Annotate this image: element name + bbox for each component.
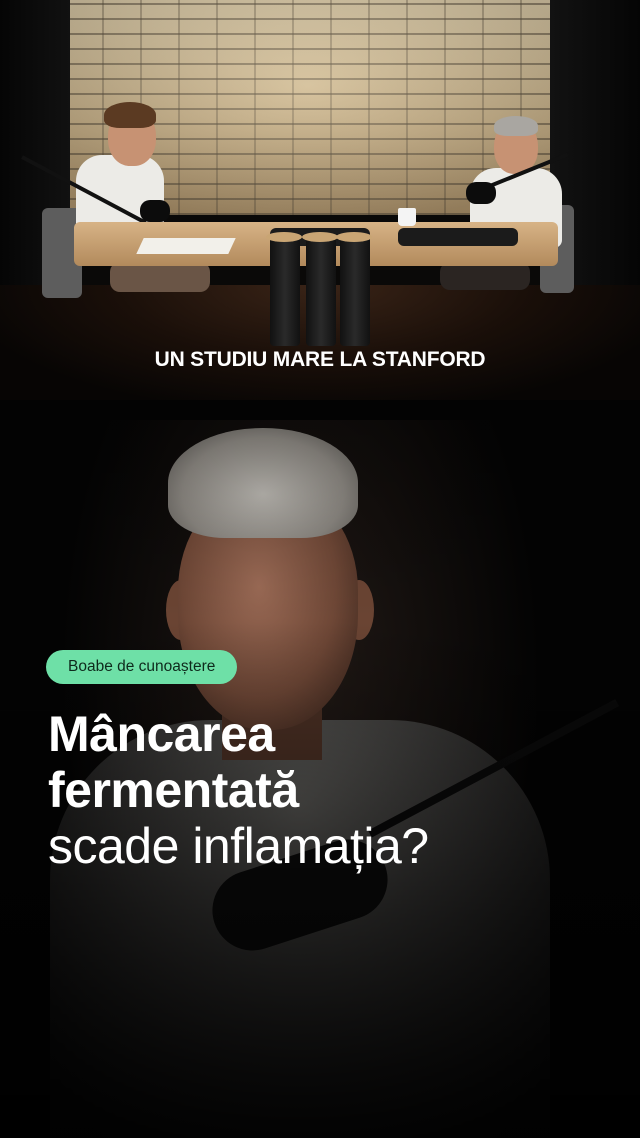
microphone-left	[140, 200, 170, 222]
headline: Mâncarea fermentată scade inflamația?	[48, 706, 608, 874]
podcast-studio-image: UN STUDIU MARE LA STANFORD	[0, 0, 640, 400]
headline-line-3: scade inflamația?	[48, 818, 429, 874]
video-caption: UN STUDIU MARE LA STANFORD	[154, 348, 486, 371]
video-frame[interactable]: UN STUDIU MARE LA STANFORD Boabe de cuno…	[0, 0, 640, 1138]
headline-line-2: fermentată	[48, 762, 299, 818]
microphone-right	[466, 182, 496, 204]
mug	[398, 208, 416, 226]
category-badge: Boabe de cunoaștere	[46, 650, 238, 684]
headline-line-1: Mâncarea	[48, 706, 275, 762]
